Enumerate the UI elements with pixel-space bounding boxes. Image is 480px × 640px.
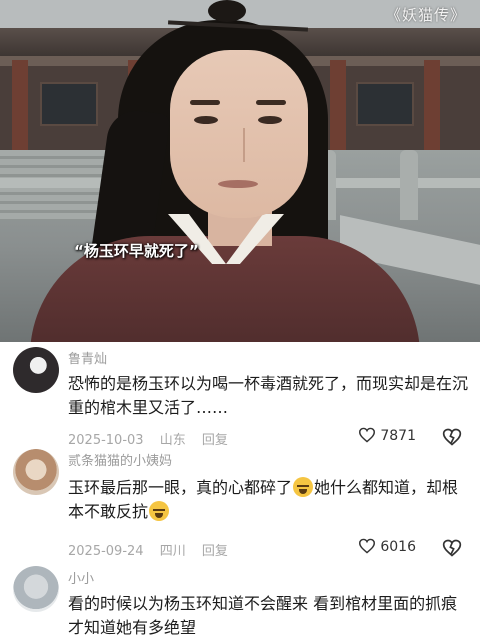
nose bbox=[233, 128, 245, 162]
comment-location: 四川 bbox=[159, 544, 186, 559]
comment-text[interactable]: 玉环最后那一眼，真的心都碎了 她什么都知道，却根本不敢反抗 bbox=[68, 476, 468, 524]
like-count: 6016 bbox=[380, 539, 416, 555]
mouth bbox=[218, 180, 258, 188]
dislike-icon[interactable] bbox=[442, 538, 462, 558]
video-frame[interactable]: 《妖猫传》 “杨玉环早就死了” bbox=[0, 0, 480, 342]
reply-button[interactable]: 回复 bbox=[202, 433, 228, 448]
dislike-icon[interactable] bbox=[442, 427, 462, 447]
like-button[interactable]: 6016 bbox=[358, 538, 416, 555]
comment-text[interactable]: 恐怖的是杨玉环以为喝一杯毒酒就死了，而现实却是在沉重的棺木里又活了…… bbox=[68, 372, 468, 420]
comment-username[interactable]: 鲁青灿 bbox=[68, 348, 107, 367]
avatar[interactable] bbox=[13, 449, 59, 495]
eyebrow bbox=[190, 100, 220, 105]
crying-face-icon bbox=[293, 477, 314, 497]
reply-button[interactable]: 回复 bbox=[202, 544, 228, 559]
movie-watermark: 《妖猫传》 bbox=[385, 6, 466, 24]
like-count: 7871 bbox=[380, 428, 416, 444]
comment-date: 2025-10-03 bbox=[68, 433, 144, 448]
comment-location: 山东 bbox=[159, 433, 186, 448]
comment-list: 鲁青灿 恐怖的是杨玉环以为喝一杯毒酒就死了，而现实却是在沉重的棺木里又活了…… … bbox=[0, 342, 480, 640]
avatar[interactable] bbox=[13, 347, 59, 393]
hall-window bbox=[356, 82, 414, 126]
eye bbox=[258, 116, 282, 124]
pillar bbox=[424, 60, 440, 160]
comment-username[interactable]: 小小 bbox=[68, 568, 94, 587]
hair-topknot bbox=[208, 0, 246, 22]
comment-username[interactable]: 贰条猫猫的小姨妈 bbox=[68, 450, 172, 469]
crying-face-icon bbox=[149, 501, 170, 521]
comment-text[interactable]: 看的时候以为杨玉环知道不会醒来 看到棺材里面的抓痕才知道她有多绝望 bbox=[68, 592, 468, 640]
avatar[interactable] bbox=[13, 566, 59, 612]
pillar bbox=[12, 60, 28, 160]
pillar bbox=[330, 60, 346, 160]
heart-icon bbox=[359, 427, 376, 443]
eyebrow bbox=[256, 100, 286, 105]
eye bbox=[194, 116, 218, 124]
heart-icon bbox=[359, 538, 376, 554]
comment-meta: 2025-10-03 山东 回复 bbox=[68, 429, 240, 448]
comment-meta: 2025-09-24 四川 回复 bbox=[68, 540, 240, 559]
railing-post bbox=[400, 150, 418, 220]
comment-text-part: 玉环最后那一眼，真的心都碎了 bbox=[68, 478, 293, 497]
comment-date: 2025-09-24 bbox=[68, 544, 144, 559]
like-button[interactable]: 7871 bbox=[358, 427, 416, 444]
hall-window bbox=[40, 82, 98, 126]
video-subtitle: “杨玉环早就死了” bbox=[74, 242, 199, 260]
